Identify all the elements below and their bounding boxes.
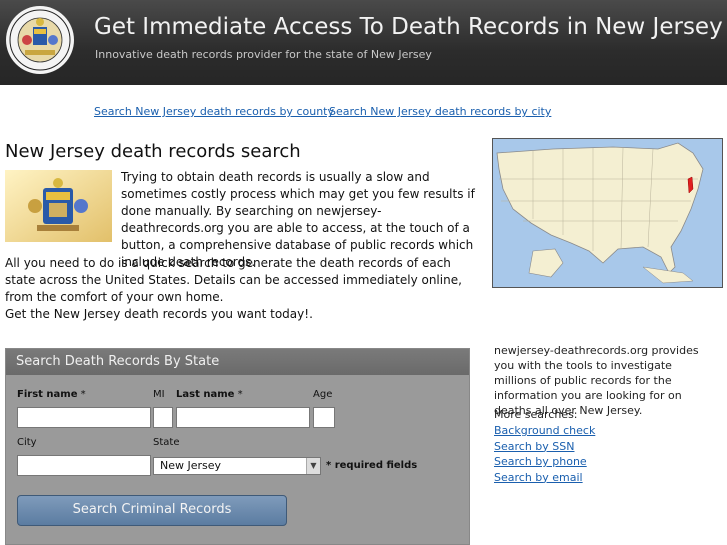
state-select[interactable]: New Jersey ▼ [153,457,321,475]
state-label: State [153,437,180,448]
page-title: New Jersey death records search [5,141,301,162]
age-input[interactable] [313,407,335,428]
city-label: City [17,437,37,448]
site-header: Get Immediate Access To Death Records in… [0,0,727,85]
form-heading: Search Death Records By State [6,349,469,375]
nav-link-by-city[interactable]: Search New Jersey death records by city [329,105,551,118]
link-search-by-phone[interactable]: Search by phone [494,454,595,470]
city-input[interactable] [17,455,151,476]
chevron-down-icon[interactable]: ▼ [306,458,320,474]
new-jersey-seal-logo[interactable] [5,5,75,75]
sidebar-description: newjersey-deathrecords.org provides you … [494,343,714,418]
site-tagline: Innovative death records provider for th… [95,48,432,61]
last-name-label: Last name * [176,389,243,400]
nav-link-by-county[interactable]: Search New Jersey death records by count… [94,105,334,118]
sidebar-description-text: newjersey-deathrecords.org provides you … [494,344,699,417]
top-nav: Search New Jersey death records by count… [0,105,727,121]
first-name-input[interactable] [17,407,151,428]
body-paragraph: All you need to do is a quick search to … [5,256,462,304]
last-name-input[interactable] [176,407,310,428]
link-background-check[interactable]: Background check [494,423,595,439]
mi-input[interactable] [153,407,173,428]
more-searches-label: More searches: [494,408,578,421]
death-records-search-form: Search Death Records By State First name… [5,348,470,545]
more-searches-links: Background check Search by SSN Search by… [494,423,595,485]
link-search-by-ssn[interactable]: Search by SSN [494,439,595,455]
state-select-value: New Jersey [160,459,222,472]
call-to-action-text: Get the New Jersey death records you wan… [5,307,313,321]
new-jersey-flag-image [5,170,112,242]
us-map-image [492,138,723,288]
site-title: Get Immediate Access To Death Records in… [94,14,723,40]
link-search-by-email[interactable]: Search by email [494,470,595,486]
search-submit-button[interactable]: Search Criminal Records [17,495,287,526]
mi-label: MI [153,389,165,400]
required-fields-note: * required fields [326,460,418,471]
age-label: Age [313,389,333,400]
first-name-label: First name * [17,389,86,400]
